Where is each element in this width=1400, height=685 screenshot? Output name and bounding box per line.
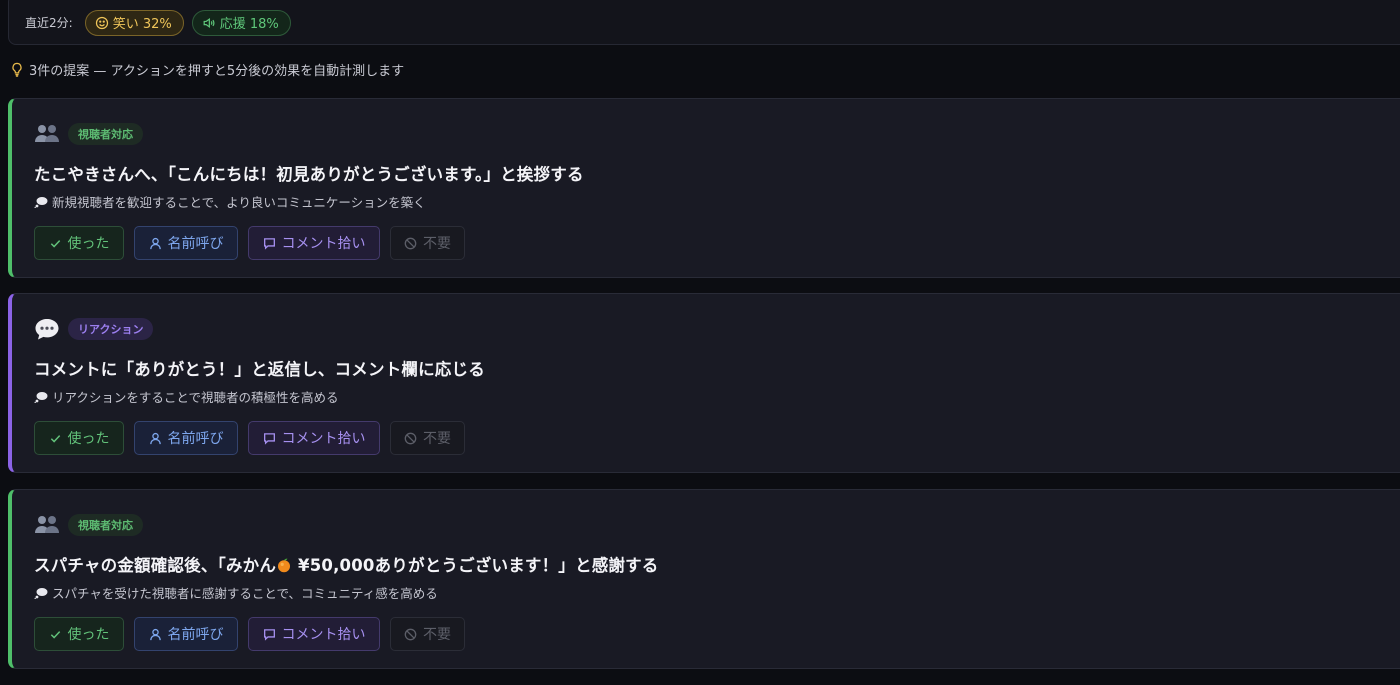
suggestion-reason-text: リアクションをすることで視聴者の積極性を高める: [52, 390, 339, 405]
used-button[interactable]: 使った: [34, 421, 124, 455]
unneeded-button[interactable]: 不要: [390, 617, 465, 651]
check-icon: [50, 239, 60, 248]
laugh-chip-label: 笑い 32%: [112, 17, 172, 32]
comment-pick-button[interactable]: コメント拾い: [248, 421, 380, 455]
suggestion-reason: リアクションをすることで視聴者の積極性を高める: [34, 387, 339, 406]
comment-pick-button[interactable]: コメント拾い: [248, 617, 380, 651]
thought-bubble-icon: [34, 391, 48, 403]
cheer-chip-label: 応援 18%: [219, 17, 279, 32]
suggestion-title: スパチャの金額確認後、「みかん ¥50,000ありがとうございます！」と感謝する: [34, 552, 659, 576]
unneeded-button[interactable]: 不要: [390, 421, 465, 455]
name-call-button-label: 名前呼び: [167, 627, 224, 643]
ban-icon: [404, 237, 417, 249]
person-icon: [149, 628, 161, 640]
suggestion-title: たこやきさんへ、「こんにちは！初見ありがとうございます。」と挨拶する: [34, 165, 584, 184]
name-call-button[interactable]: 名前呼び: [134, 617, 238, 651]
used-button[interactable]: 使った: [34, 226, 124, 260]
category-tag: 視聴者対応: [68, 123, 143, 145]
suggestion-reason-text: 新規視聴者を歓迎することで、より良いコミュニケーションを築く: [52, 195, 426, 210]
suggestion-title-start: スパチャの金額確認後、「みかん: [34, 556, 277, 575]
suggestion-card: 視聴者対応 たこやきさんへ、「こんにちは！初見ありがとうございます。」と挨拶する…: [8, 98, 1400, 278]
smile-icon: [95, 16, 108, 29]
category-tag: 視聴者対応: [68, 514, 143, 536]
people-icon: [34, 512, 60, 538]
comment-icon: [263, 432, 275, 445]
suggestion-card: リアクション コメントに「ありがとう！」と返信し、コメント欄に応じる リアクショ…: [8, 293, 1400, 473]
used-button-label: 使った: [67, 627, 110, 643]
suggestion-reason: スパチャを受けた視聴者に感謝することで、コミュニティ感を高める: [34, 583, 438, 602]
unneeded-button-label: 不要: [423, 627, 451, 643]
thought-bubble-icon: [34, 587, 48, 599]
suggestion-title-end: ¥50,000ありがとうございます！」と感謝する: [292, 556, 659, 575]
ban-icon: [404, 432, 417, 444]
comment-pick-button-label: コメント拾い: [281, 627, 366, 643]
name-call-button-label: 名前呼び: [167, 431, 224, 447]
comment-pick-button-label: コメント拾い: [281, 236, 366, 252]
unneeded-button-label: 不要: [423, 236, 451, 252]
comment-icon: [263, 237, 275, 250]
unneeded-button-label: 不要: [423, 431, 451, 447]
suggestion-hint-text: 3件の提案 — アクションを押すと5分後の効果を自動計測します: [29, 63, 405, 79]
suggestion-title: コメントに「ありがとう！」と返信し、コメント欄に応じる: [34, 360, 485, 379]
recent-stats-bar: 直近2分: 笑い 32% 応援 18%: [8, 0, 1400, 45]
tangerine-emoji: [278, 558, 291, 573]
suggestion-reason-text: スパチャを受けた視聴者に感謝することで、コミュニティ感を高める: [52, 586, 438, 601]
cheer-chip[interactable]: 応援 18%: [191, 9, 291, 36]
people-icon: [34, 121, 60, 147]
speech-bubble-icon: [34, 316, 60, 342]
name-call-button-label: 名前呼び: [167, 236, 224, 252]
suggestion-reason: 新規視聴者を歓迎することで、より良いコミュニケーションを築く: [34, 192, 426, 211]
person-icon: [149, 237, 161, 249]
suggestion-card: 視聴者対応 スパチャの金額確認後、「みかん ¥50,000ありがとうございます！…: [8, 489, 1400, 669]
name-call-button[interactable]: 名前呼び: [134, 421, 238, 455]
used-button-label: 使った: [67, 431, 110, 447]
comment-icon: [263, 628, 275, 641]
ban-icon: [404, 628, 417, 640]
lightbulb-icon: [12, 62, 22, 77]
name-call-button[interactable]: 名前呼び: [134, 226, 238, 260]
unneeded-button[interactable]: 不要: [390, 226, 465, 260]
recent-stats-label: 直近2分:: [25, 16, 73, 30]
used-button[interactable]: 使った: [34, 617, 124, 651]
category-tag: リアクション: [68, 318, 154, 340]
comment-pick-button-label: コメント拾い: [281, 431, 366, 447]
comment-pick-button[interactable]: コメント拾い: [248, 226, 380, 260]
thought-bubble-icon: [34, 196, 48, 208]
suggestion-hint: 3件の提案 — アクションを押すと5分後の効果を自動計測します: [10, 60, 405, 79]
used-button-label: 使った: [67, 236, 110, 252]
person-icon: [149, 432, 161, 444]
check-icon: [50, 434, 60, 443]
megaphone-icon: [203, 17, 215, 28]
check-icon: [50, 630, 60, 639]
laugh-chip[interactable]: 笑い 32%: [84, 9, 184, 36]
